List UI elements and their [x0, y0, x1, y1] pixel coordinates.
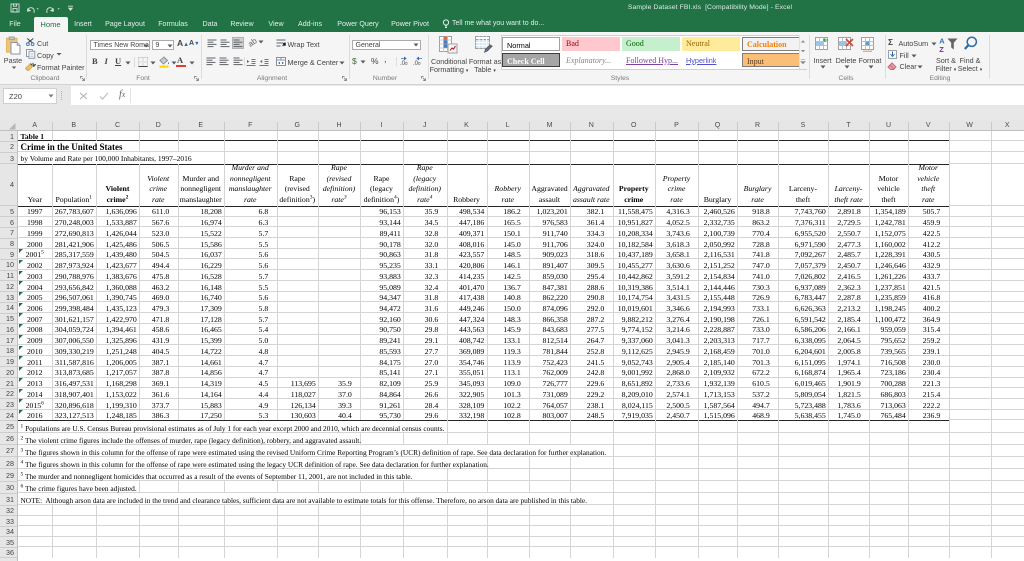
svg-text:0: 0	[405, 61, 408, 66]
svg-text:0: 0	[418, 61, 421, 66]
svg-text:Z: Z	[939, 45, 944, 53]
